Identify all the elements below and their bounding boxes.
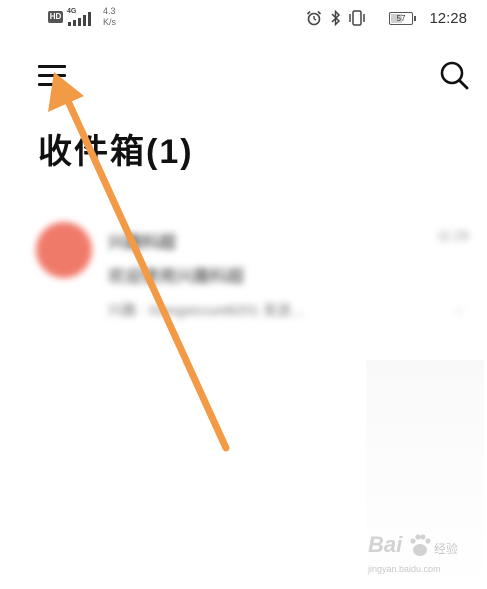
toolbar — [0, 45, 487, 105]
battery-icon: 57 — [389, 12, 416, 25]
hamburger-menu-icon[interactable] — [33, 57, 73, 93]
message-sender: 兴趣科超 — [108, 233, 176, 252]
alarm-icon — [306, 10, 322, 26]
paw-icon — [410, 534, 431, 556]
signal-icon — [68, 12, 91, 26]
message-preview: 兴趣 · Xiangsiccunt8201 发送… — [108, 302, 305, 318]
hd-badge: HD — [48, 11, 63, 23]
message-list: 兴趣科超 欢迎使用兴趣科超 兴趣 · Xiangsiccunt8201 发送… … — [0, 190, 487, 340]
watermark-url: jingyan.baidu.com — [368, 564, 441, 574]
speed-unit: K/s — [103, 17, 117, 27]
page-title: 收件箱(1) — [38, 133, 194, 171]
vibrate-icon — [349, 10, 365, 26]
battery-level: 57 — [396, 14, 406, 23]
chevron-down-icon: ⌄ — [453, 300, 465, 316]
watermark-suffix: 经验 — [434, 542, 459, 556]
status-time: 12:28 — [429, 10, 467, 27]
watermark-brand: Bai — [368, 532, 403, 557]
speed-value: 4.3 — [103, 6, 116, 16]
bluetooth-icon — [331, 10, 341, 26]
avatar — [36, 222, 92, 278]
watermark-logo: Bai 经验 jingyan.baidu.com — [360, 532, 480, 582]
status-bar: HD 4G 4.3 K/s 57 12:28 — [0, 0, 487, 38]
network-speed: 4.3 K/s — [103, 6, 116, 28]
message-time: 11:29 — [437, 228, 469, 243]
search-icon[interactable] — [436, 57, 472, 93]
message-subject: 欢迎使用兴趣科超 — [108, 267, 244, 286]
list-item[interactable]: 兴趣科超 欢迎使用兴趣科超 兴趣 · Xiangsiccunt8201 发送… … — [0, 200, 487, 325]
